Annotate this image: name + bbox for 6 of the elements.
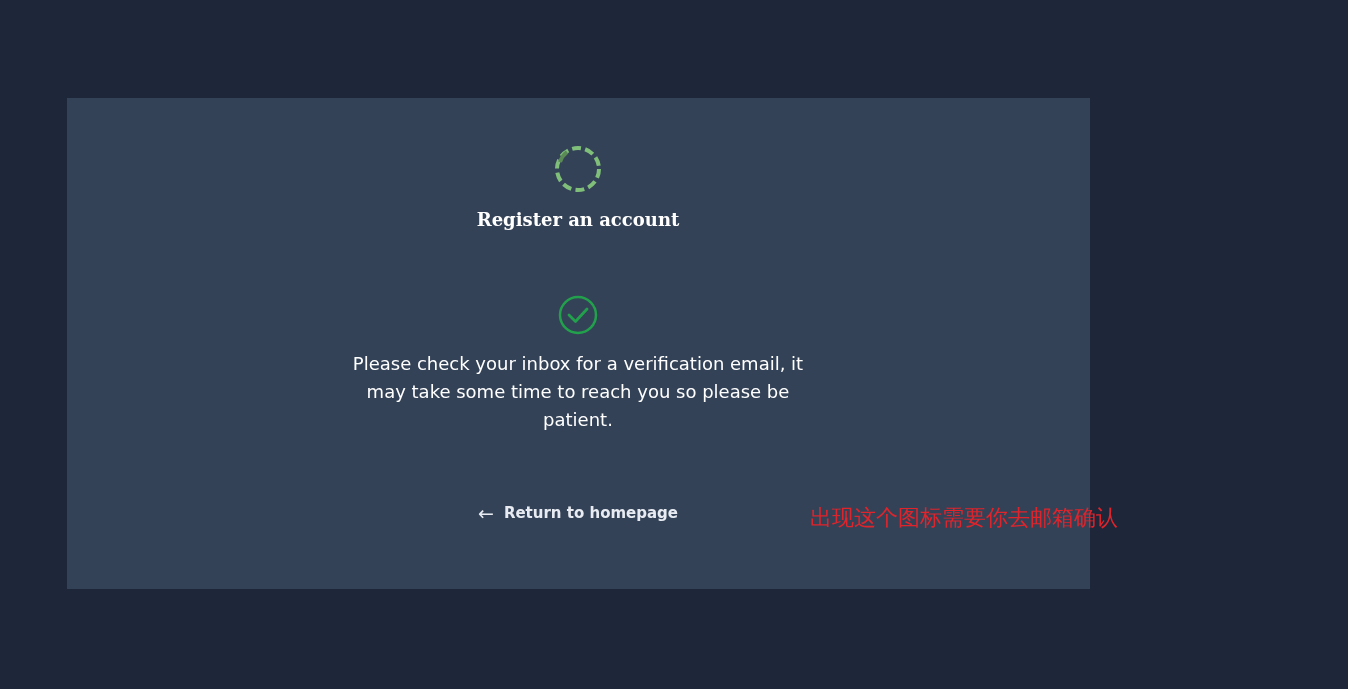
- annotation-text: 出现这个图标需要你去邮箱确认: [810, 504, 1118, 532]
- check-circle-icon: [558, 295, 598, 335]
- spinner-icon: [554, 145, 602, 193]
- message-text: Please check your inbox for a verification email, it may take some time to reach you so please be patient.: [351, 352, 805, 432]
- return-home-link[interactable]: ← Return to homepage: [477, 502, 679, 524]
- page-title: Register an account: [476, 209, 680, 230]
